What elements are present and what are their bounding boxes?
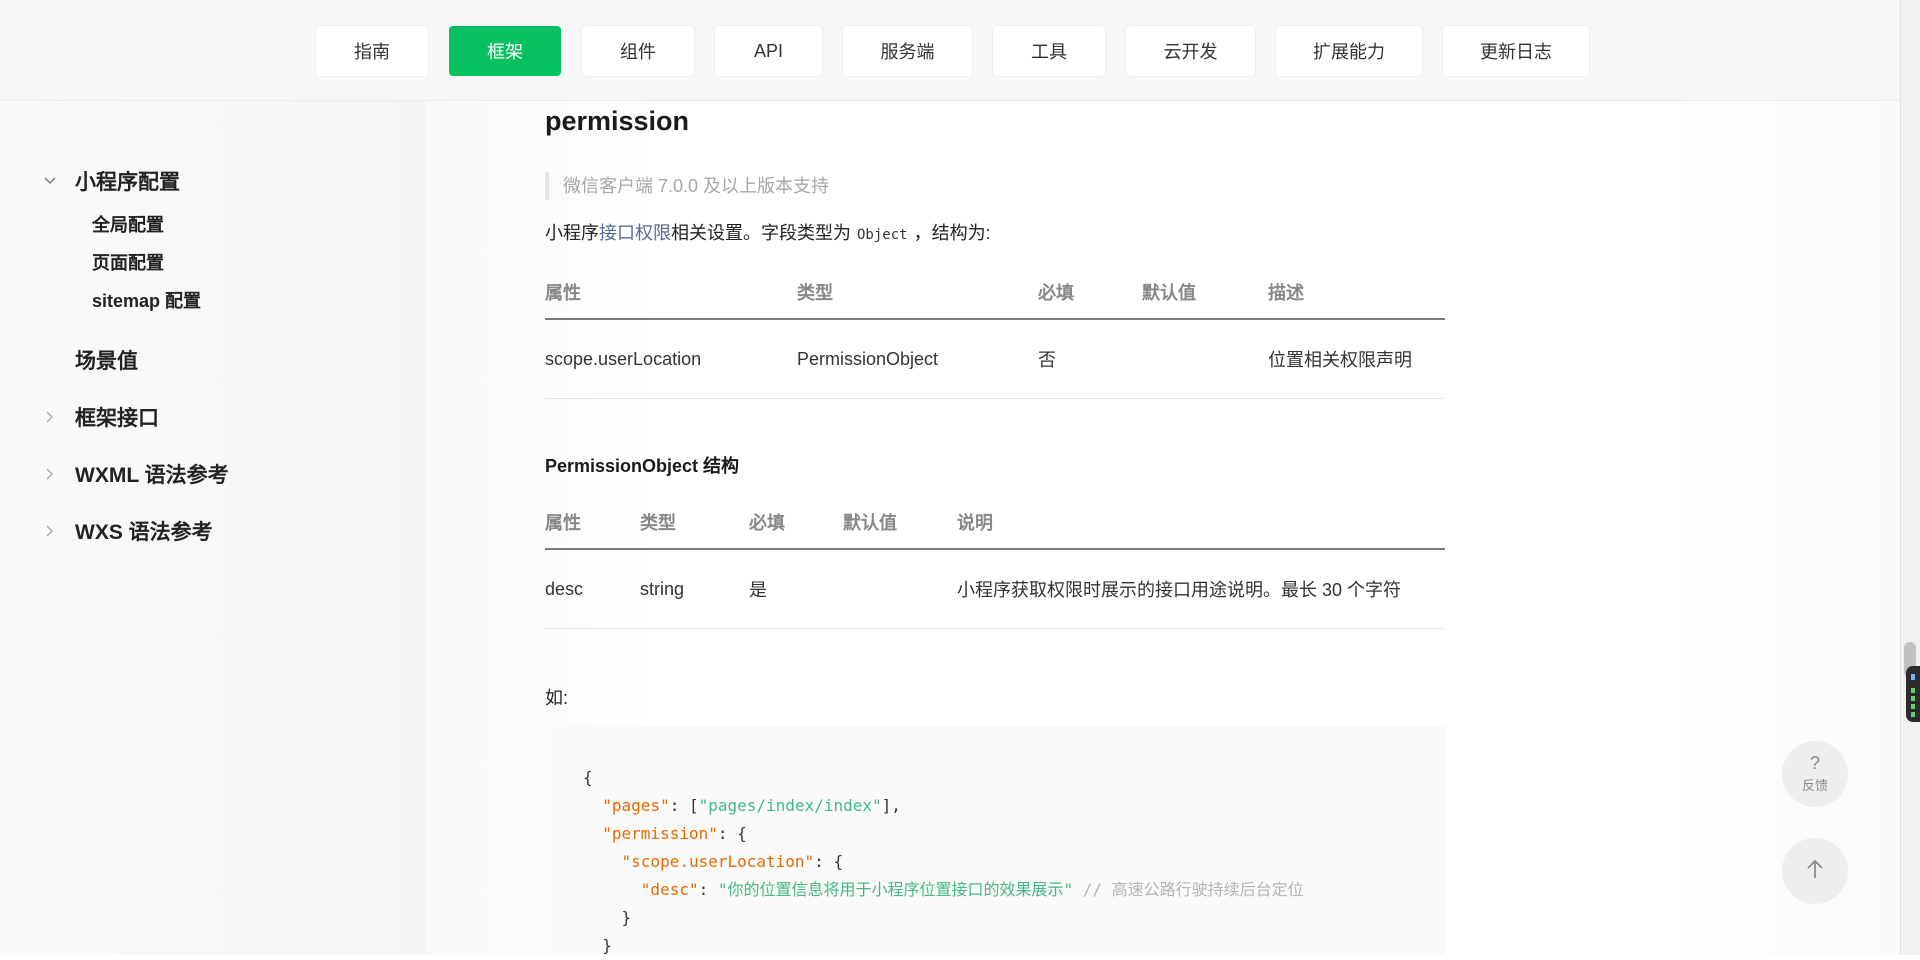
side-widget[interactable] xyxy=(1906,666,1920,722)
sidebar-group-config[interactable]: 小程序配置 xyxy=(40,166,180,196)
chevron-right-icon xyxy=(40,410,60,424)
question-icon: ? xyxy=(1809,753,1820,773)
code-key: "permission" xyxy=(602,824,718,843)
section-title: permission xyxy=(545,106,690,136)
table-cell: scope.userLocation xyxy=(545,319,797,399)
sidebar-item-sitemap-config[interactable]: sitemap 配置 xyxy=(92,287,201,313)
table-header: 必填 xyxy=(749,496,843,550)
nav-api[interactable]: API xyxy=(715,26,822,76)
table-cell: string xyxy=(640,549,749,629)
table-cell: 位置相关权限声明 xyxy=(1268,319,1445,399)
chevron-down-icon xyxy=(40,176,60,186)
table-cell: desc xyxy=(545,549,640,629)
intro-link[interactable]: 接口权限 xyxy=(599,223,671,243)
sidebar-group-label: 小程序配置 xyxy=(75,171,180,194)
nav-framework[interactable]: 框架 xyxy=(449,26,561,76)
sidebar-item-label: 场景值 xyxy=(75,350,138,373)
nav-cloud[interactable]: 云开发 xyxy=(1126,26,1255,76)
permission-object-table: 属性 类型 必填 默认值 说明 desc string 是 小程序获取权限时展示… xyxy=(545,496,1445,629)
table-cell: 小程序获取权限时展示的接口用途说明。最长 30 个字符 xyxy=(957,549,1445,629)
code-example: { "pages": ["pages/index/index"], "permi… xyxy=(583,768,1304,955)
inline-code: Object xyxy=(857,227,908,243)
nav-server[interactable]: 服务端 xyxy=(843,26,972,76)
sidebar-group-framework-api[interactable]: 框架接口 xyxy=(40,402,159,432)
nav-components[interactable]: 组件 xyxy=(582,26,694,76)
table-header: 描述 xyxy=(1268,266,1445,320)
table-header: 类型 xyxy=(640,496,749,550)
table-header-row: 属性 类型 必填 默认值 描述 xyxy=(545,266,1445,320)
table-header: 属性 xyxy=(545,266,797,320)
back-to-top-button[interactable] xyxy=(1782,838,1848,904)
code-key: "scope.userLocation" xyxy=(621,852,815,871)
sidebar-group-label: WXML 语法参考 xyxy=(75,464,229,487)
table-header: 默认值 xyxy=(843,496,957,550)
sidebar-group-label: WXS 语法参考 xyxy=(75,521,213,544)
sidebar-item-scene[interactable]: 场景值 xyxy=(40,345,138,375)
sidebar-item-global-config[interactable]: 全局配置 xyxy=(92,211,164,237)
code-key: "pages" xyxy=(602,796,670,815)
table-header: 默认值 xyxy=(1142,266,1268,320)
feedback-button[interactable]: ? 反馈 xyxy=(1782,741,1848,807)
scrollbar[interactable] xyxy=(1900,0,1920,955)
subsection-title: PermissionObject 结构 xyxy=(545,456,740,476)
sidebar-group-wxs[interactable]: WXS 语法参考 xyxy=(40,516,213,546)
version-note: 微信客户端 7.0.0 及以上版本支持 xyxy=(545,172,829,200)
permission-table: 属性 类型 必填 默认值 描述 scope.userLocation Permi… xyxy=(545,266,1445,399)
table-header: 属性 xyxy=(545,496,640,550)
table-cell xyxy=(843,549,957,629)
top-nav: 指南 框架 组件 API 服务端 工具 云开发 扩展能力 更新日志 xyxy=(316,26,1589,76)
sidebar-item-page-config[interactable]: 页面配置 xyxy=(92,249,164,275)
table-cell: 否 xyxy=(1038,319,1142,399)
code-string: "你的位置信息将用于小程序位置接口的效果展示" xyxy=(717,880,1074,899)
table-cell xyxy=(1142,319,1268,399)
code-string: "pages/index/index" xyxy=(698,796,882,815)
intro-text: 相关设置。字段类型为 xyxy=(671,223,851,243)
arrow-up-icon xyxy=(1805,858,1825,885)
sidebar-group-label: 框架接口 xyxy=(75,407,159,430)
nav-extensions[interactable]: 扩展能力 xyxy=(1276,26,1422,76)
example-label: 如: xyxy=(545,688,569,708)
nav-changelog[interactable]: 更新日志 xyxy=(1443,26,1589,76)
sidebar-group-wxml[interactable]: WXML 语法参考 xyxy=(40,459,229,489)
table-header: 类型 xyxy=(797,266,1038,320)
nav-guide[interactable]: 指南 xyxy=(316,26,428,76)
table-header-row: 属性 类型 必填 默认值 说明 xyxy=(545,496,1445,550)
top-nav-bar: 指南 框架 组件 API 服务端 工具 云开发 扩展能力 更新日志 xyxy=(0,0,1900,101)
table-cell: PermissionObject xyxy=(797,319,1038,399)
table-row: scope.userLocation PermissionObject 否 位置… xyxy=(545,319,1445,399)
chevron-right-icon xyxy=(40,467,60,481)
chevron-right-icon xyxy=(40,524,60,538)
table-header: 说明 xyxy=(957,496,1445,550)
feedback-label: 反馈 xyxy=(1801,778,1828,793)
nav-tools[interactable]: 工具 xyxy=(993,26,1105,76)
table-row: desc string 是 小程序获取权限时展示的接口用途说明。最长 30 个字… xyxy=(545,549,1445,629)
table-header: 必填 xyxy=(1038,266,1142,320)
section-intro: 小程序接口权限相关设置。字段类型为 Object ，结构为: xyxy=(545,221,991,247)
intro-text: 小程序 xyxy=(545,223,599,243)
code-key: "desc" xyxy=(640,880,699,899)
table-cell: 是 xyxy=(749,549,843,629)
intro-text: ，结构为: xyxy=(913,223,991,243)
code-token: { xyxy=(583,768,593,787)
code-comment: // 高速公路行驶持续后台定位 xyxy=(1082,880,1304,899)
